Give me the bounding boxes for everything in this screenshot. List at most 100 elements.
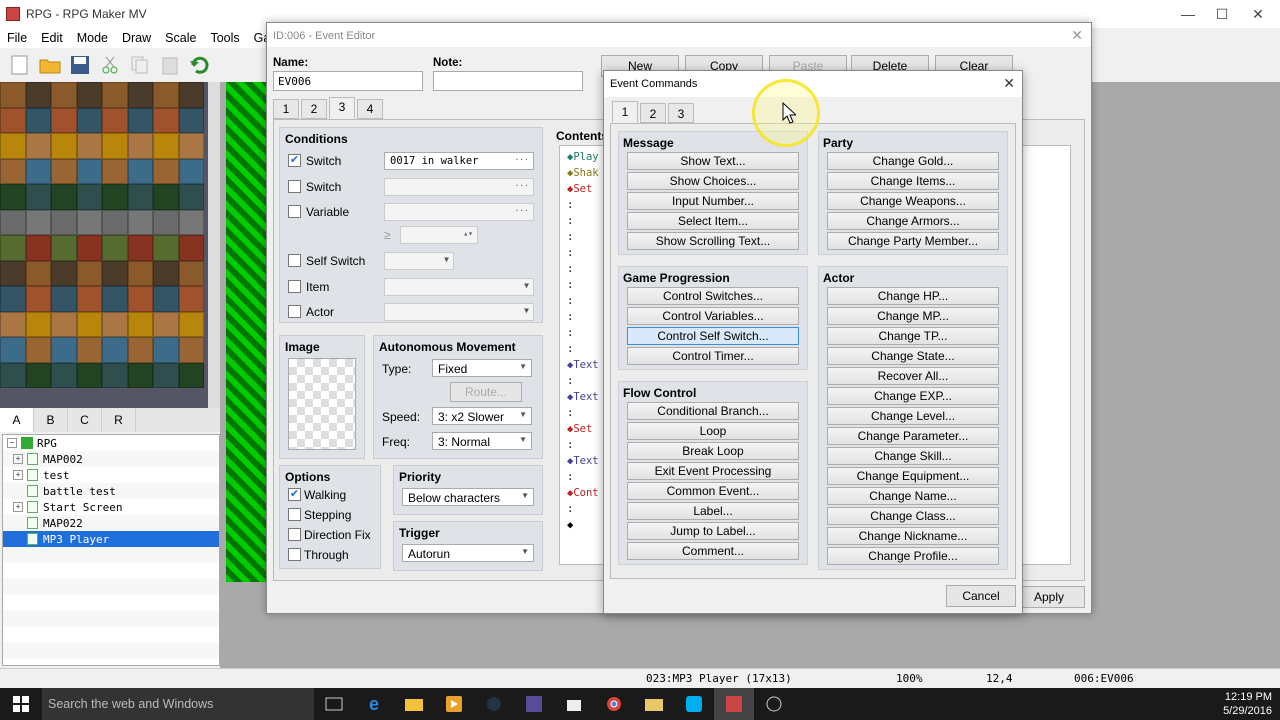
tile[interactable]	[76, 235, 102, 261]
note-field[interactable]	[433, 71, 583, 91]
contents-row[interactable]: :	[567, 375, 573, 387]
self-switch-checkbox[interactable]	[288, 254, 301, 267]
tile[interactable]	[25, 260, 51, 286]
cmd-change-hp[interactable]: Change HP...	[827, 287, 999, 305]
contents-row[interactable]: :	[567, 327, 573, 339]
cmd-show-choices[interactable]: Show Choices...	[627, 172, 799, 190]
tile[interactable]	[153, 107, 179, 133]
cmd-control-self-switch[interactable]: Control Self Switch...	[627, 327, 799, 345]
actor-select[interactable]: ▼	[384, 303, 534, 321]
cmd-jump-to-label[interactable]: Jump to Label...	[627, 522, 799, 540]
store-icon[interactable]	[554, 688, 594, 720]
tile[interactable]	[178, 362, 204, 388]
tab-page-1[interactable]: 1	[273, 99, 299, 119]
tile[interactable]	[25, 184, 51, 210]
tile[interactable]	[102, 107, 128, 133]
contents-row[interactable]: ◆Shak	[567, 167, 599, 179]
tile[interactable]	[153, 337, 179, 363]
expand-icon[interactable]: +	[13, 454, 23, 464]
tile-grid[interactable]	[0, 82, 220, 388]
new-project-icon[interactable]	[8, 53, 32, 77]
tile[interactable]	[178, 311, 204, 337]
tile[interactable]	[178, 158, 204, 184]
tile[interactable]	[153, 209, 179, 235]
tile[interactable]	[25, 158, 51, 184]
contents-row[interactable]: ◆Set	[567, 423, 592, 435]
obs-icon[interactable]	[754, 688, 794, 720]
contents-row[interactable]: :	[567, 279, 573, 291]
tab-commands-2[interactable]: 2	[640, 103, 666, 123]
cmd-change-gold[interactable]: Change Gold...	[827, 152, 999, 170]
tileset-scrollbar[interactable]	[208, 82, 220, 408]
taskbar-clock[interactable]: 12:19 PM 5/29/2016	[1223, 690, 1272, 718]
item-checkbox[interactable]	[288, 280, 301, 293]
cmd-conditional-branch[interactable]: Conditional Branch...	[627, 402, 799, 420]
tile[interactable]	[0, 337, 26, 363]
expand-icon[interactable]: +	[13, 502, 23, 512]
switch1-checkbox[interactable]: ✔	[288, 154, 301, 167]
cmd-change-weapons[interactable]: Change Weapons...	[827, 192, 999, 210]
contents-row[interactable]: :	[567, 263, 573, 275]
contents-row[interactable]: :	[567, 199, 573, 211]
contents-row[interactable]: :	[567, 295, 573, 307]
tile[interactable]	[127, 82, 153, 108]
tile[interactable]	[102, 235, 128, 261]
tile[interactable]	[0, 82, 26, 108]
tile[interactable]	[178, 260, 204, 286]
contents-row[interactable]: :	[567, 439, 573, 451]
tile[interactable]	[102, 260, 128, 286]
save-icon[interactable]	[68, 53, 92, 77]
tile[interactable]	[51, 209, 77, 235]
cmd-recover-all[interactable]: Recover All...	[827, 367, 999, 385]
cmd-break-loop[interactable]: Break Loop	[627, 442, 799, 460]
cmd-common-event[interactable]: Common Event...	[627, 482, 799, 500]
contents-row[interactable]: ◆Set	[567, 183, 592, 195]
menu-draw[interactable]: Draw	[115, 31, 158, 45]
cmd-show-scrolling-text[interactable]: Show Scrolling Text...	[627, 232, 799, 250]
tile[interactable]	[102, 209, 128, 235]
tree-item-map022[interactable]: MAP022	[3, 515, 219, 531]
contents-row[interactable]: :	[567, 503, 573, 515]
actor-checkbox[interactable]	[288, 305, 301, 318]
paste-icon[interactable]	[158, 53, 182, 77]
tile[interactable]	[178, 82, 204, 108]
tile[interactable]	[153, 133, 179, 159]
edge-icon[interactable]: e	[354, 688, 394, 720]
tab-tileset-b[interactable]: B	[34, 408, 68, 432]
cmd-label[interactable]: Label...	[627, 502, 799, 520]
switch2-checkbox[interactable]	[288, 180, 301, 193]
variable-checkbox[interactable]	[288, 205, 301, 218]
tile[interactable]	[127, 311, 153, 337]
cmd-comment[interactable]: Comment...	[627, 542, 799, 560]
tile[interactable]	[0, 311, 26, 337]
taskbar-search[interactable]: Search the web and Windows	[42, 688, 314, 720]
tile[interactable]	[178, 133, 204, 159]
tile[interactable]	[102, 311, 128, 337]
tile[interactable]	[153, 311, 179, 337]
contents-row[interactable]: ◆Text	[567, 391, 599, 403]
cmd-change-armors[interactable]: Change Armors...	[827, 212, 999, 230]
tile[interactable]	[127, 107, 153, 133]
tile[interactable]	[127, 362, 153, 388]
cmd-change-nickname[interactable]: Change Nickname...	[827, 527, 999, 545]
tile[interactable]	[25, 107, 51, 133]
tile[interactable]	[127, 184, 153, 210]
close-icon[interactable]: ✕	[1071, 27, 1083, 44]
cmd-control-variables[interactable]: Control Variables...	[627, 307, 799, 325]
cmd-change-exp[interactable]: Change EXP...	[827, 387, 999, 405]
tab-commands-3[interactable]: 3	[668, 103, 694, 123]
tree-item-mp3-player[interactable]: MP3 Player	[3, 531, 219, 547]
tree-item-test[interactable]: + test	[3, 467, 219, 483]
tile[interactable]	[178, 286, 204, 312]
tile[interactable]	[127, 286, 153, 312]
chrome-icon[interactable]	[594, 688, 634, 720]
cmd-change-tp[interactable]: Change TP...	[827, 327, 999, 345]
tile[interactable]	[51, 133, 77, 159]
tab-tileset-r[interactable]: R	[102, 408, 136, 432]
tile[interactable]	[153, 362, 179, 388]
cmd-loop[interactable]: Loop	[627, 422, 799, 440]
event-image-preview[interactable]	[288, 358, 356, 450]
tile[interactable]	[127, 158, 153, 184]
menu-scale[interactable]: Scale	[158, 31, 203, 45]
tile[interactable]	[0, 133, 26, 159]
